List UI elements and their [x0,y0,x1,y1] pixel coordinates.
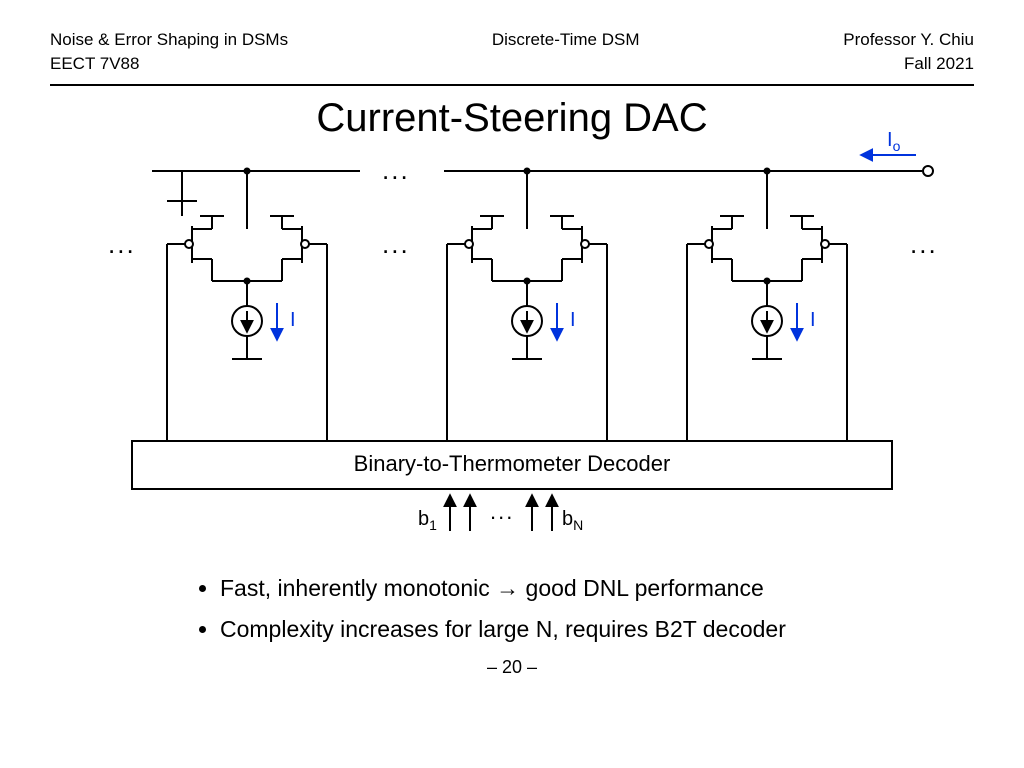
input-b1-label: b1 [418,508,437,533]
circuit-diagram: Io ... ... ... ... I I I Binary-to-Therm… [72,141,952,561]
header-course: EECT 7V88 [50,52,288,76]
ellipsis-right: ... [910,229,938,260]
header-term: Fall 2021 [843,52,974,76]
bullet-item: Fast, inherently monotonic → good DNL pe… [220,575,1024,602]
header-instructor: Professor Y. Chiu [843,28,974,52]
ellipsis-inputs: ... [490,499,514,525]
bullet-list: Fast, inherently monotonic → good DNL pe… [180,575,1024,643]
cell-3 [687,167,847,441]
ellipsis-top: ... [382,155,410,186]
cell-current-2: I [570,309,576,332]
slide-title: Current-Steering DAC [0,96,1024,141]
cell-2 [447,167,607,441]
cell-current-3: I [810,309,816,332]
decoder-label: Binary-to-Thermometer Decoder [72,451,952,477]
header-topic: Noise & Error Shaping in DSMs [50,28,288,52]
cell-1 [167,167,327,441]
output-current-label: Io [887,129,900,154]
slide-header: Noise & Error Shaping in DSMs EECT 7V88 … [0,0,1024,80]
ellipsis-mid: ... [382,229,410,260]
cell-current-1: I [290,309,296,332]
input-bn-label: bN [562,508,583,533]
page-number: – 20 – [0,657,1024,678]
ellipsis-left: ... [108,229,136,260]
header-subtopic: Discrete-Time DSM [492,28,640,52]
circuit-svg [72,141,952,561]
bullet-item: Complexity increases for large N, requir… [220,616,1024,643]
header-divider [50,84,974,86]
